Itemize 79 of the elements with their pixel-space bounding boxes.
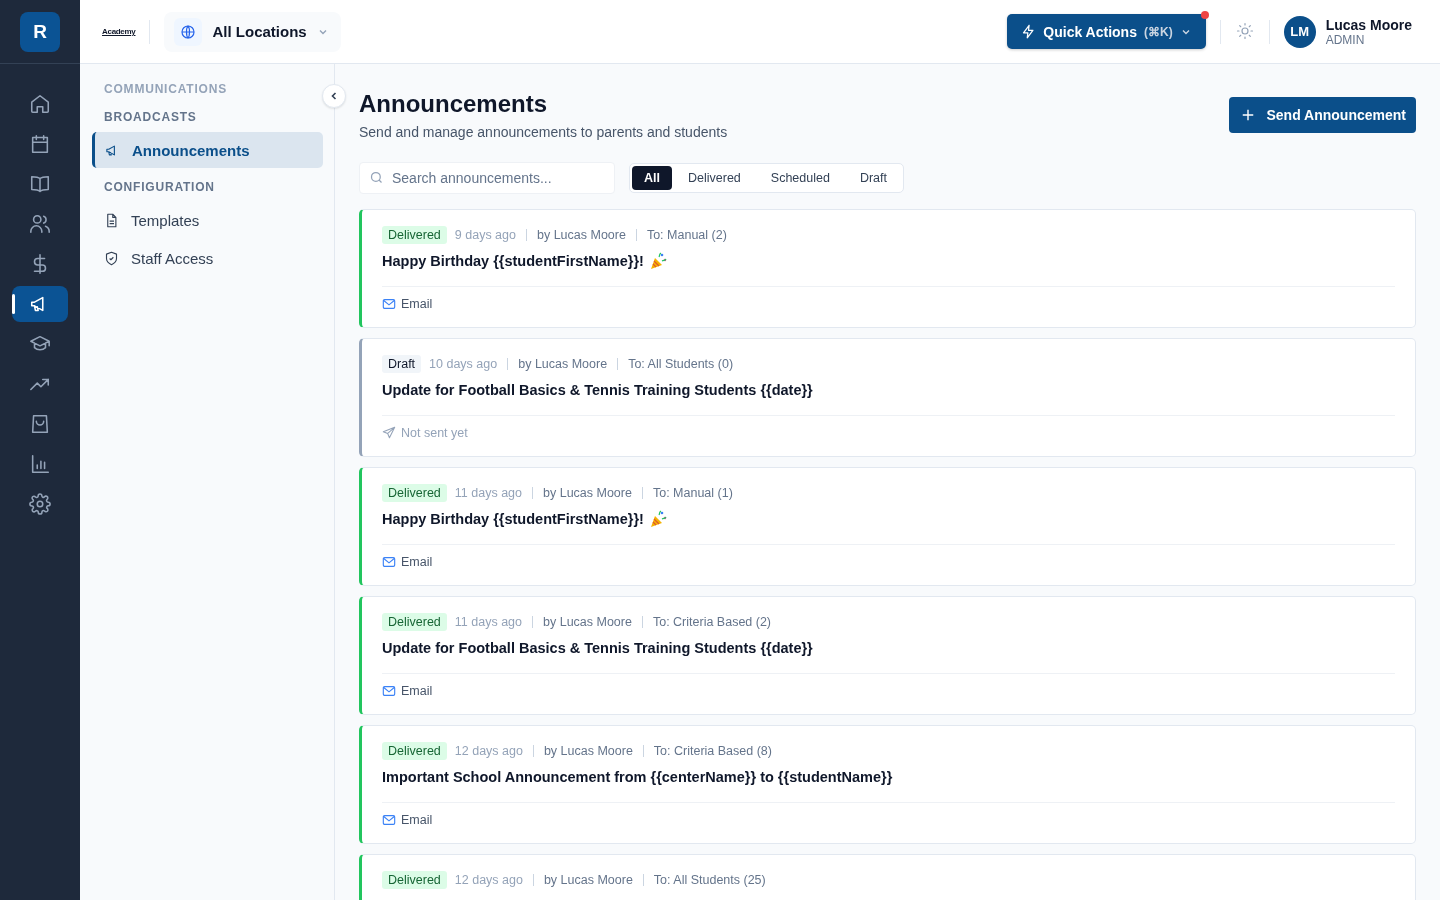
announcement-title: Update for Football Basics & Tennis Training Students {{date}} — [382, 640, 813, 656]
channel-label: Email — [382, 555, 433, 569]
quick-actions-button[interactable]: Quick Actions (⌘K) — [1007, 14, 1206, 49]
announcement-card[interactable]: Delivered 9 days ago by Lucas Moore To: Manual (2) Happy Birthday {{studentFirstName}}! Email — [359, 209, 1416, 328]
document-icon — [104, 212, 119, 228]
recipients-label: To: All Students (0) — [628, 357, 734, 371]
channel-label: Not sent yet — [382, 426, 468, 440]
search-field[interactable]: Search announcements... — [359, 162, 615, 194]
channel-label: Email — [382, 297, 433, 311]
sent-time: 10 days ago — [429, 357, 498, 371]
recipients-label: To: Manual (1) — [652, 486, 733, 500]
sent-time: 9 days ago — [454, 228, 516, 242]
filter-tab[interactable]: Delivered — [674, 166, 755, 190]
recipients-label: To: Criteria Based (8) — [653, 744, 772, 758]
author-label: by Lucas Moore — [543, 744, 633, 758]
author-label: by Lucas Moore — [543, 873, 633, 887]
location-selector[interactable]: All Locations — [164, 11, 341, 52]
home-icon — [29, 93, 51, 115]
filter-tab[interactable]: All — [632, 166, 672, 190]
announcement-card[interactable]: Draft 10 days ago by Lucas Moore To: All Students (0) Update for Football Basics & Tennis Training Students {{date}} Not sent yet — [359, 338, 1416, 457]
filter-tab[interactable]: Scheduled — [756, 166, 844, 190]
theme-toggle-button[interactable] — [1234, 21, 1255, 42]
author-label: by Lucas Moore — [537, 228, 626, 242]
mail-icon — [382, 813, 396, 827]
recipients-label: To: Manual (2) — [646, 228, 727, 242]
mail-icon — [382, 555, 396, 569]
sent-time: 12 days ago — [454, 873, 523, 887]
calendar-icon — [29, 133, 51, 155]
plus-icon — [1240, 108, 1255, 122]
author-label: by Lucas Moore — [518, 357, 608, 371]
announcement-card[interactable]: Delivered 12 days ago by Lucas Moore To: Criteria Based (8) Important School Announcement from {{centerName}} to {{studentName}} Email — [359, 725, 1416, 844]
author-label: by Lucas Moore — [543, 486, 632, 500]
sent-time: 12 days ago — [454, 744, 523, 758]
status-badge: Delivered — [382, 226, 447, 244]
section-heading: CONFIGURATION — [103, 180, 215, 194]
filter-tab[interactable]: Draft — [845, 166, 901, 190]
mail-icon — [382, 684, 396, 698]
announcement-card[interactable]: Delivered 12 days ago by Lucas Moore To: All Students (25) — [359, 854, 1416, 900]
users-icon — [29, 213, 51, 235]
announcement-title: Important School Announcement from {{centerName}} to {{studentName}} — [382, 769, 893, 785]
nav-megaphone-button[interactable] — [12, 286, 68, 322]
section-title: COMMUNICATIONS — [103, 82, 227, 96]
announcement-card[interactable]: Delivered 11 days ago by Lucas Moore To: Manual (1) Happy Birthday {{studentFirstName}}! Email — [359, 467, 1416, 586]
announcement-title: Happy Birthday {{studentFirstName}}! — [382, 253, 644, 269]
status-badge: Draft — [382, 355, 422, 373]
announcement-card[interactable]: Delivered 11 days ago by Lucas Moore To: Criteria Based (2) Update for Football Basics & Tennis Training Students {{date}} Email — [359, 596, 1416, 715]
mail-icon — [382, 297, 396, 311]
channel-label: Email — [382, 684, 433, 698]
globe-icon — [180, 23, 197, 40]
bar-chart-icon — [29, 453, 51, 475]
page-subtitle: Send and manage announcements to parents and students — [359, 124, 728, 140]
book-icon — [29, 173, 51, 195]
author-label: by Lucas Moore — [543, 615, 632, 629]
sent-time: 11 days ago — [454, 486, 522, 500]
user-avatar[interactable]: LM — [1283, 15, 1316, 48]
shopping-bag-icon — [29, 413, 51, 435]
recipients-label: To: Criteria Based (2) — [652, 615, 772, 629]
channel-label: Email — [382, 813, 433, 827]
page-title: Announcements — [359, 90, 548, 118]
shield-icon — [104, 250, 119, 266]
user-role: ADMIN — [1325, 32, 1366, 47]
sidebar-item[interactable]: Staff Access — [92, 240, 323, 276]
sent-time: 11 days ago — [454, 615, 522, 629]
status-badge: Delivered — [382, 613, 447, 631]
recipients-label: To: All Students (25) — [653, 873, 766, 887]
status-badge: Delivered — [382, 742, 447, 760]
section-heading: BROADCASTS — [103, 110, 197, 124]
status-badge: Delivered — [382, 871, 447, 889]
announcement-title: Update for Football Basics & Tennis Training Students {{date}} — [382, 382, 813, 398]
send-icon — [382, 426, 396, 440]
user-name: Lucas Moore — [1325, 16, 1412, 33]
brand-logo: Academy — [102, 27, 136, 36]
sidebar-item[interactable]: Announcements — [92, 132, 323, 168]
announcement-title: Happy Birthday {{studentFirstName}}! — [382, 511, 644, 527]
settings-icon — [29, 493, 51, 515]
app-logo[interactable]: R — [20, 11, 60, 52]
status-badge: Delivered — [382, 484, 447, 502]
sidebar-item[interactable]: Templates — [92, 202, 323, 238]
send-announcement-button[interactable]: Send Announcement — [1228, 97, 1416, 133]
